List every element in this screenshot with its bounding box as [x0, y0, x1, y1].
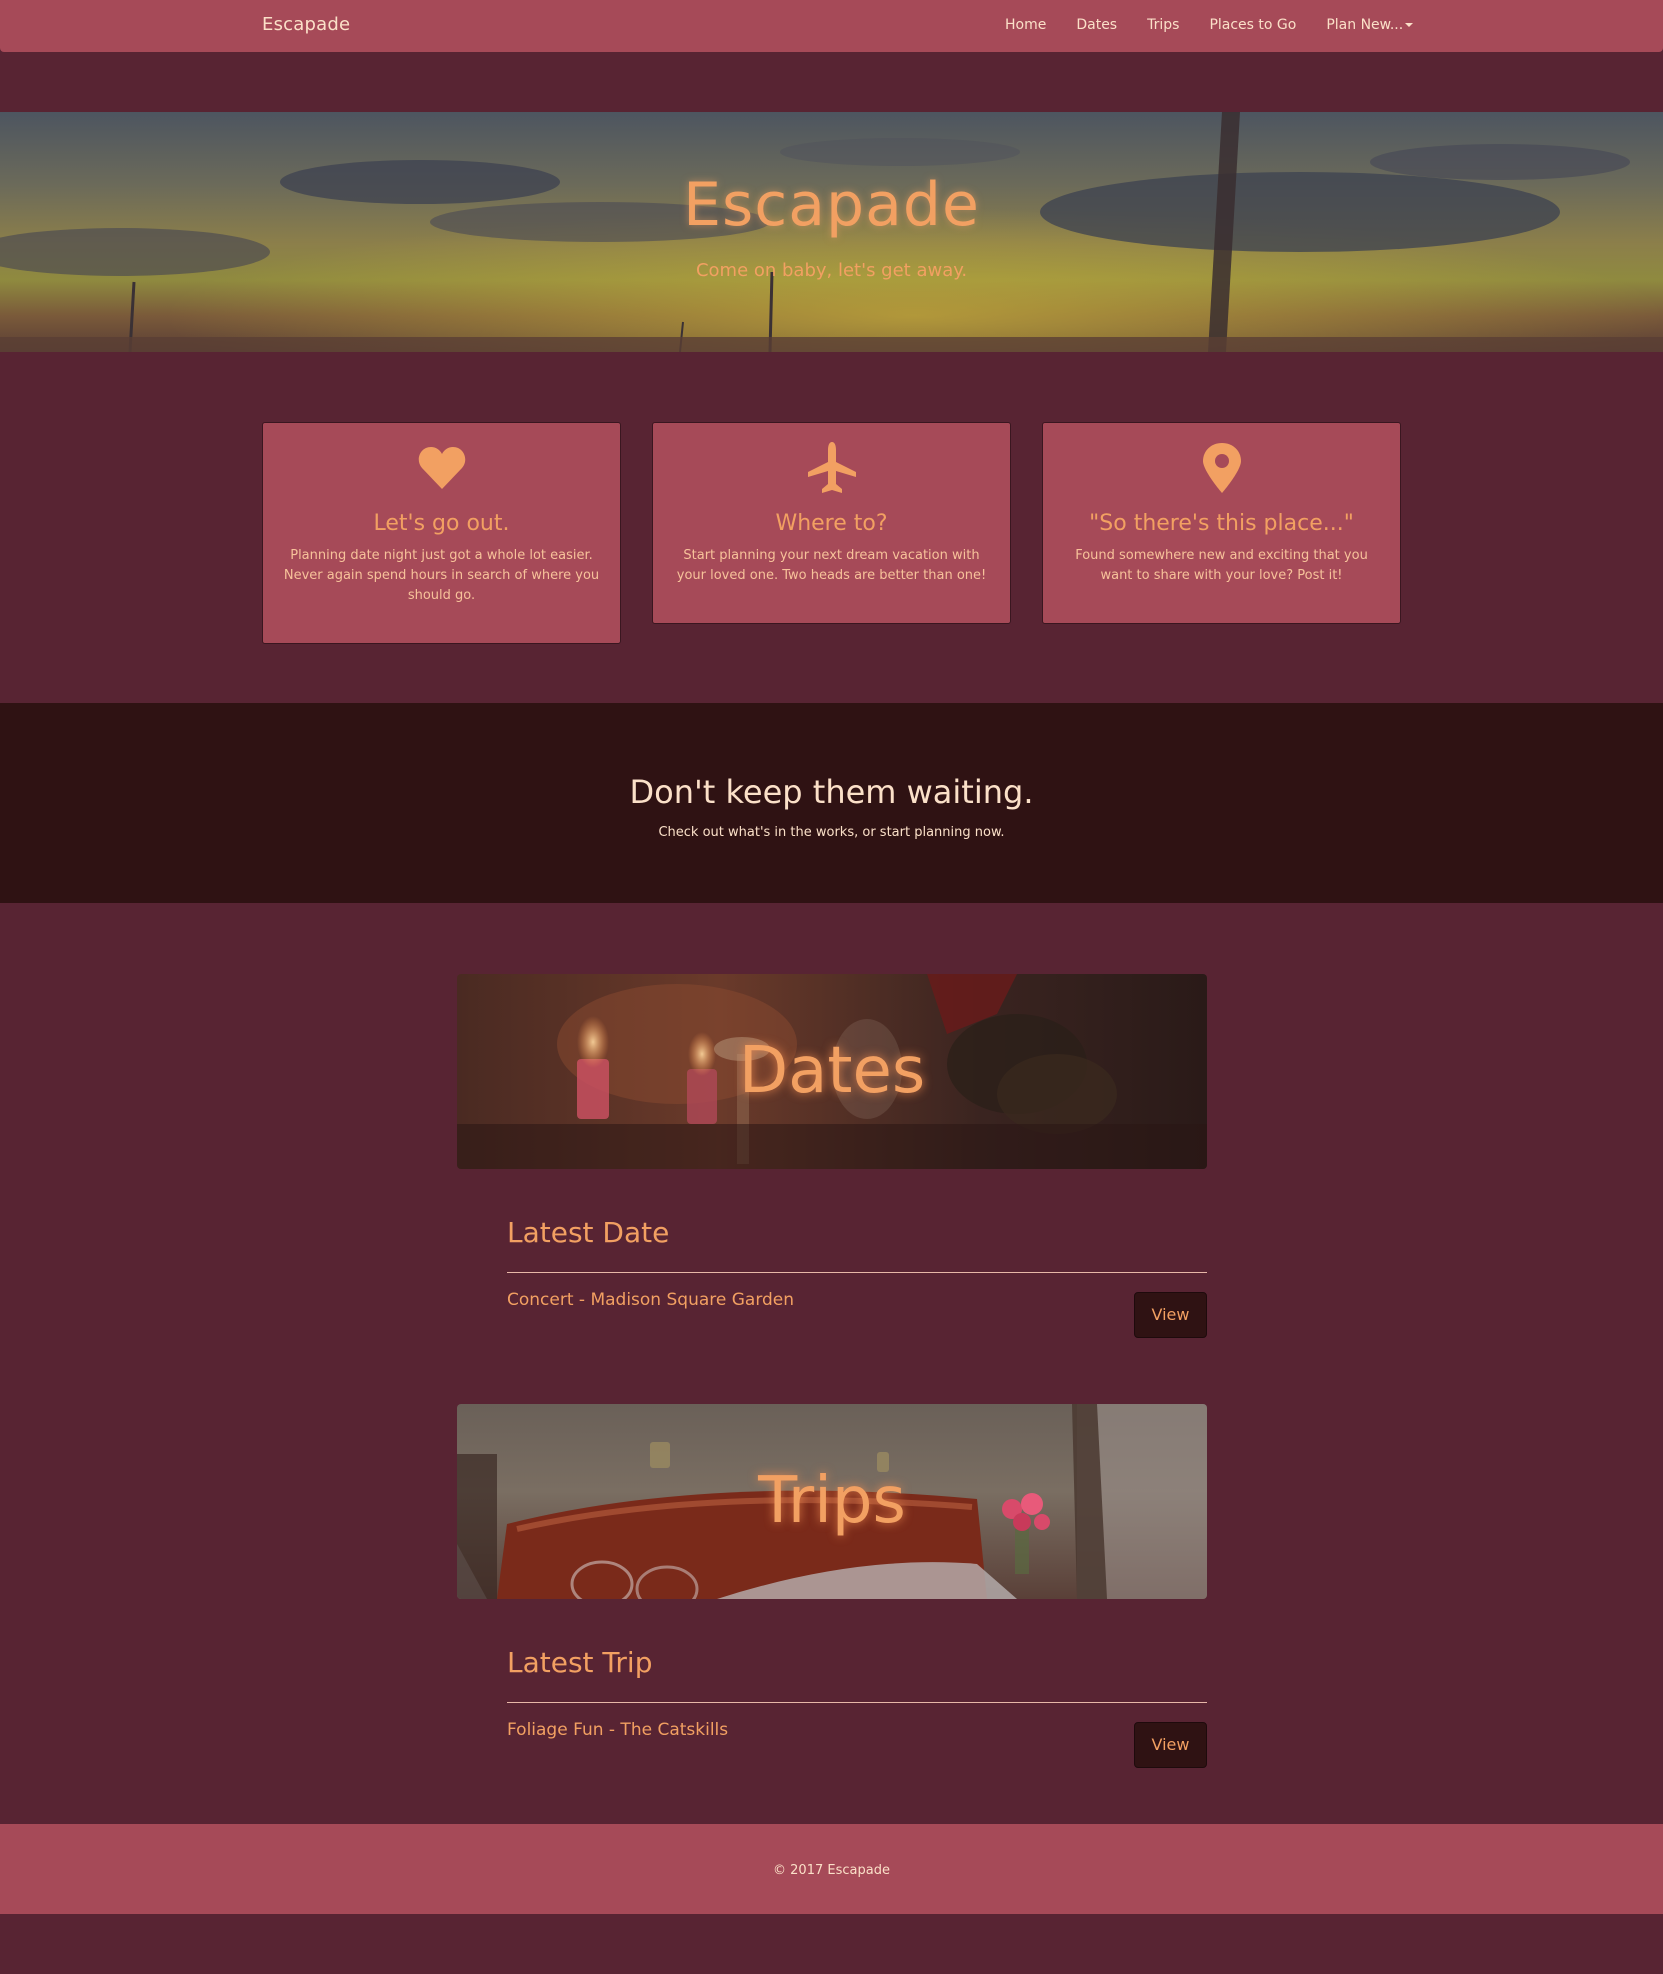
- nav-home[interactable]: Home: [1005, 0, 1046, 52]
- dates-banner-title: Dates: [738, 1034, 926, 1108]
- footer-copyright: © 2017 Escapade: [773, 1863, 890, 1878]
- nav-links: Home Dates Trips Places to Go Plan New..…: [1005, 0, 1443, 52]
- navbar: Escapade Home Dates Trips Places to Go P…: [0, 0, 1663, 52]
- feature-text: Planning date night just got a whole lot…: [283, 548, 600, 603]
- feature-text: Start planning your next dream vacation …: [676, 548, 987, 583]
- feature-card-trips: Where to? Start planning your next dream…: [652, 422, 1011, 624]
- hero-subtitle: Come on baby, let's get away.: [695, 260, 968, 281]
- feature-card-dates: Let's go out. Planning date night just g…: [262, 422, 621, 644]
- dates-banner[interactable]: Dates: [457, 974, 1207, 1169]
- nav-plan-new-label: Plan New...: [1326, 17, 1404, 33]
- feature-card-places: "So there's this place..." Found somewhe…: [1042, 422, 1401, 624]
- heart-icon: [281, 441, 602, 495]
- nav-plan-new-dropdown[interactable]: Plan New...: [1326, 0, 1414, 52]
- latest-date-heading: Latest Date: [507, 1216, 670, 1249]
- latest-trip-heading: Latest Trip: [507, 1646, 653, 1679]
- cta-text: Check out what's in the works, or start …: [658, 825, 1005, 840]
- brand-link[interactable]: Escapade: [262, 0, 350, 52]
- nav-trips[interactable]: Trips: [1147, 0, 1179, 52]
- trips-banner[interactable]: Trips: [457, 1404, 1207, 1599]
- view-trip-button[interactable]: View: [1134, 1722, 1207, 1768]
- feature-title: Where to?: [775, 511, 888, 536]
- latest-trip-item[interactable]: Foliage Fun - The Catskills: [507, 1720, 728, 1740]
- footer: © 2017 Escapade: [0, 1824, 1663, 1914]
- feature-title: "So there's this place...": [1089, 511, 1354, 536]
- trips-banner-title: Trips: [758, 1464, 906, 1538]
- divider: [507, 1272, 1207, 1273]
- view-date-button[interactable]: View: [1134, 1292, 1207, 1338]
- feature-title: Let's go out.: [373, 511, 510, 536]
- cta-band: Don't keep them waiting. Check out what'…: [0, 703, 1663, 903]
- nav-places[interactable]: Places to Go: [1209, 0, 1296, 52]
- divider: [507, 1702, 1207, 1703]
- cta-heading: Don't keep them waiting.: [629, 773, 1034, 811]
- nav-dates[interactable]: Dates: [1076, 0, 1117, 52]
- map-pin-icon: [1061, 441, 1382, 495]
- caret-down-icon: [1405, 23, 1414, 27]
- hero-title: Escapade: [683, 170, 980, 240]
- plane-icon: [671, 441, 992, 495]
- hero-banner: Escapade Come on baby, let's get away.: [0, 112, 1663, 352]
- feature-text: Found somewhere new and exciting that yo…: [1075, 548, 1368, 583]
- latest-date-item[interactable]: Concert - Madison Square Garden: [507, 1290, 794, 1310]
